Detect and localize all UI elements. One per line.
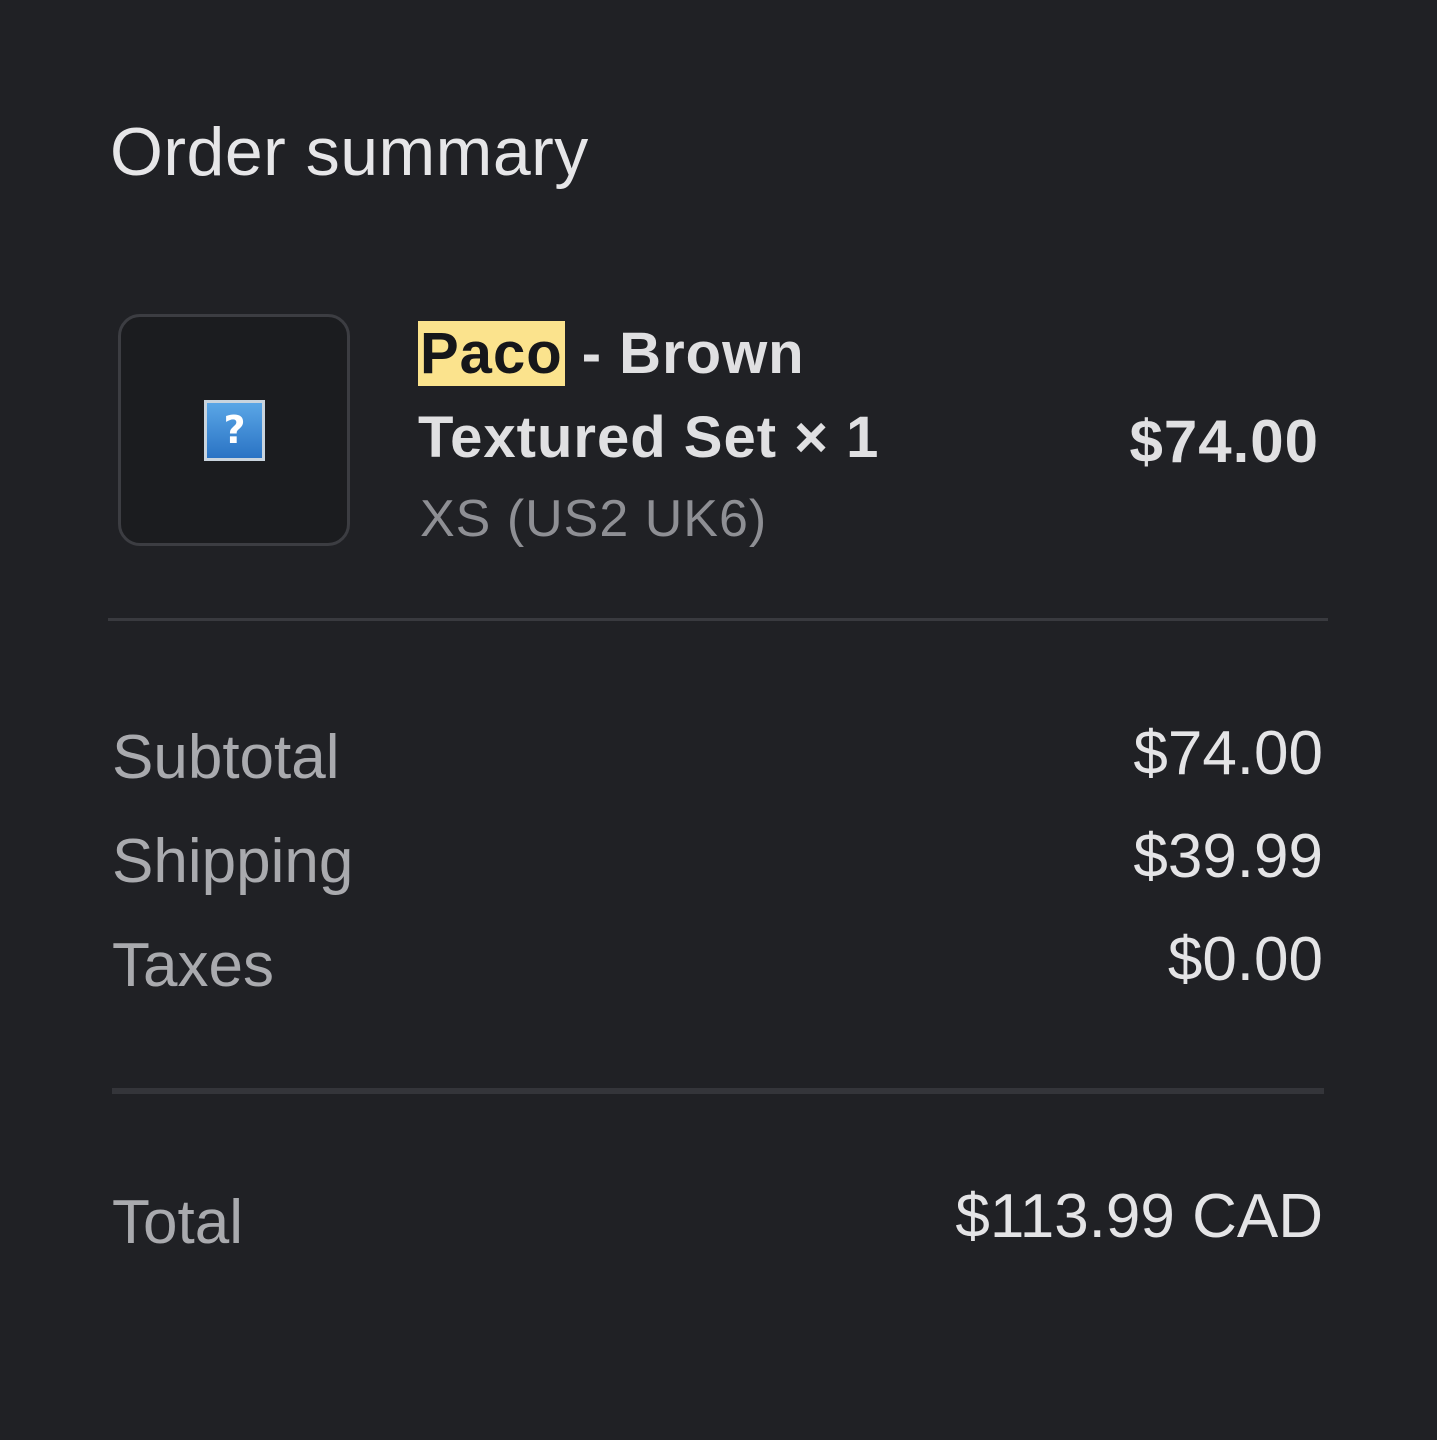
divider <box>112 1088 1324 1094</box>
product-name-rest: - Brown <box>564 321 805 386</box>
shipping-value: $39.99 <box>1133 822 1323 891</box>
taxes-value: $0.00 <box>1167 925 1323 994</box>
product-name-line-2: Textured Set × 1 <box>418 405 880 470</box>
product-variant: XS (US2 UK6) <box>420 490 768 548</box>
product-name-line-1: Paco - Brown <box>418 312 978 396</box>
shipping-label: Shipping <box>112 827 354 896</box>
subtotal-value: $74.00 <box>1133 719 1323 788</box>
taxes-label: Taxes <box>112 931 274 1000</box>
total-label: Total <box>112 1188 243 1257</box>
total-value: $113.99 CAD <box>955 1182 1323 1251</box>
search-highlight: Paco <box>418 321 565 386</box>
subtotal-label: Subtotal <box>112 723 340 792</box>
product-price: $74.00 <box>1129 408 1319 475</box>
missing-image-icon: ? <box>204 400 265 461</box>
product-name[interactable]: Paco - Brown Textured Set × 1 <box>418 312 978 480</box>
order-summary-title: Order summary <box>110 114 589 190</box>
divider <box>108 618 1328 621</box>
